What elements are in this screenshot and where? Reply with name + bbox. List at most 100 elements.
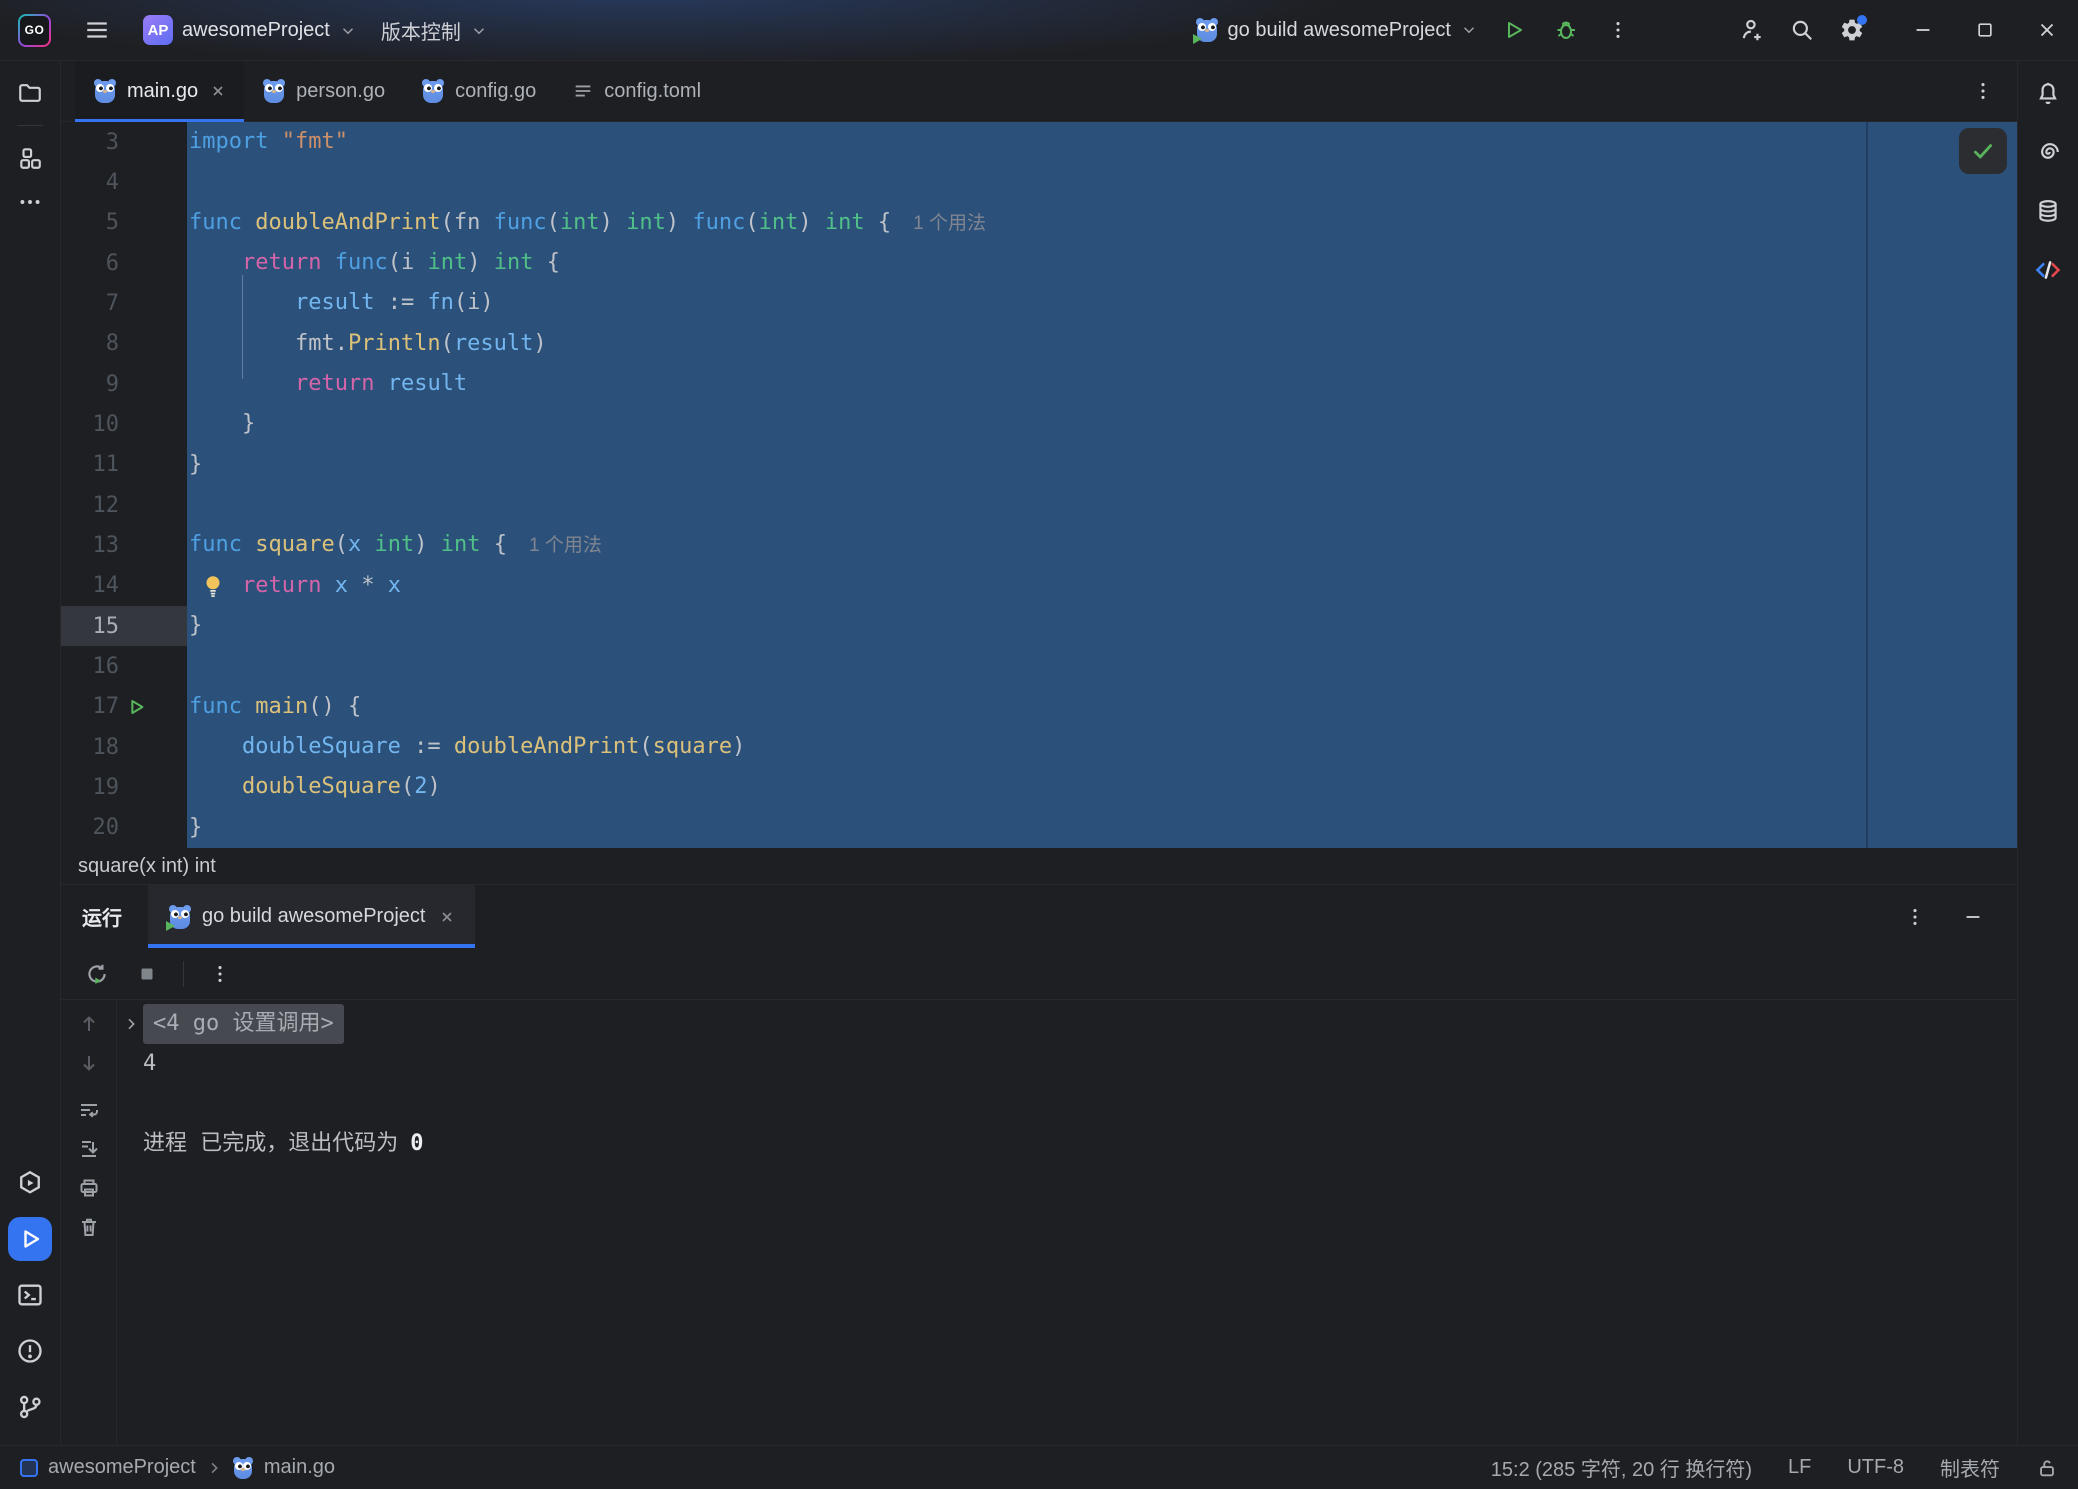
gopher-icon [93, 79, 117, 103]
structure-tool-button[interactable] [8, 136, 52, 180]
hide-tool-window-button[interactable] [1951, 897, 1995, 937]
module-icon [20, 1459, 38, 1477]
endpoints-tool-button[interactable] [2026, 248, 2070, 292]
code-with-me-button[interactable] [1730, 10, 1774, 50]
tab-person.go[interactable]: person.go [244, 61, 403, 121]
code-line-16[interactable] [189, 646, 2017, 686]
scroll-to-end-button[interactable] [69, 1129, 109, 1168]
project-widget[interactable]: AP awesomeProject [143, 15, 357, 45]
code-line-19[interactable]: doubleSquare(2) [189, 767, 2017, 807]
code-line-12[interactable] [189, 485, 2017, 525]
stop-button[interactable] [127, 954, 167, 993]
code-line-10[interactable]: } [189, 404, 2017, 444]
close-icon[interactable] [439, 909, 455, 925]
console-folded-region[interactable]: <4 go 设置调用> [143, 1004, 344, 1044]
file-encoding[interactable]: UTF-8 [1847, 1456, 1904, 1479]
usage-inlay-hint[interactable]: 1 个用法 [913, 213, 986, 234]
code-line-4[interactable] [189, 162, 2017, 202]
arrow-down-icon [77, 1051, 101, 1075]
tab-label: main.go [127, 80, 198, 103]
breadcrumb-project[interactable]: awesomeProject [48, 1456, 196, 1479]
minimize-button[interactable] [1892, 0, 1954, 60]
run-tab[interactable]: go build awesomeProject [148, 885, 475, 948]
title-bar: GO AP awesomeProject 版本控制 go build aweso… [0, 0, 2078, 61]
line-ending[interactable]: LF [1788, 1456, 1811, 1479]
gutter-line-3: 3 [61, 122, 187, 162]
code-line-6[interactable]: return func(i int) int { [189, 243, 2017, 283]
scroll-up-button[interactable] [69, 1004, 109, 1043]
print-button[interactable] [69, 1168, 109, 1207]
lock-button[interactable] [2036, 1457, 2058, 1479]
more-actions-button[interactable] [1596, 10, 1640, 50]
debug-button[interactable] [1544, 10, 1588, 50]
kebab-icon [1607, 19, 1629, 41]
run-line-icon[interactable] [125, 696, 147, 718]
run-config-selector[interactable]: go build awesomeProject [1195, 18, 1478, 42]
terminal-tool-button[interactable] [8, 1273, 52, 1317]
services-tool-button[interactable] [8, 1161, 52, 1205]
gutter-line-4: 4 [61, 162, 187, 202]
breadcrumb-file[interactable]: main.go [264, 1456, 335, 1479]
code-line-9[interactable]: return result [189, 364, 2017, 404]
indent-style[interactable]: 制表符 [1940, 1453, 2000, 1482]
git-tool-button[interactable] [8, 1385, 52, 1429]
trash-icon [77, 1215, 101, 1239]
editor-code-area[interactable]: import "fmt" func doubleAndPrint(fn func(… [187, 122, 2017, 848]
ide-window: GO AP awesomeProject 版本控制 go build aweso… [0, 0, 2078, 1489]
tab-options-button[interactable] [1961, 71, 2005, 111]
code-line-14[interactable]: return x * x [189, 566, 2017, 606]
line-number: 19 [61, 775, 119, 800]
code-line-3[interactable]: import "fmt" [189, 122, 2017, 162]
settings-button[interactable] [1830, 10, 1874, 50]
chevron-right-icon[interactable] [123, 1013, 139, 1035]
soft-wrap-button[interactable] [69, 1090, 109, 1129]
code-line-13[interactable]: func square(x int) int {1 个用法 [189, 525, 2017, 565]
more-tool-windows-button[interactable] [8, 180, 52, 224]
code-line-15[interactable]: } [189, 606, 2017, 646]
database-tool-button[interactable] [2026, 189, 2070, 233]
usage-inlay-hint[interactable]: 1 个用法 [529, 535, 602, 556]
run-config-name: go build awesomeProject [1228, 19, 1451, 42]
line-number: 16 [61, 654, 119, 679]
console-more-button[interactable] [200, 954, 240, 993]
code-line-11[interactable]: } [189, 445, 2017, 485]
tab-config.go[interactable]: config.go [403, 61, 554, 121]
code-line-7[interactable]: result := fn(i) [189, 283, 2017, 323]
notifications-tool-button[interactable] [2026, 71, 2070, 115]
hamburger-icon [84, 17, 110, 43]
close-icon[interactable] [210, 83, 226, 99]
line-number: 6 [61, 251, 119, 276]
search-everywhere-button[interactable] [1780, 10, 1824, 50]
code-line-8[interactable]: fmt.Println(result) [189, 324, 2017, 364]
caret-position[interactable]: 15:2 (285 字符, 20 行 换行符) [1491, 1453, 1752, 1482]
stripe-divider [17, 125, 43, 126]
problems-tool-button[interactable] [8, 1329, 52, 1373]
clear-console-button[interactable] [69, 1207, 109, 1246]
code-editor[interactable]: 34567891011121314151617181920 import "fm… [61, 122, 2017, 848]
status-bar: awesomeProject main.go 15:2 (285 字符, 20 … [0, 1445, 2078, 1489]
run-panel-more-button[interactable] [1893, 897, 1937, 937]
close-button[interactable] [2016, 0, 2078, 60]
kebab-icon [1904, 906, 1926, 928]
ai-assistant-tool-button[interactable] [2026, 130, 2070, 174]
main-menu-button[interactable] [75, 10, 119, 50]
intention-bulb-icon[interactable] [200, 573, 226, 599]
vcs-widget[interactable]: 版本控制 [381, 16, 488, 45]
code-line-5[interactable]: func doubleAndPrint(fn func(int) int) fu… [189, 203, 2017, 243]
run-tool-button[interactable] [8, 1217, 52, 1261]
code-line-17[interactable]: func main() { [189, 687, 2017, 727]
code-line-18[interactable]: doubleSquare := doubleAndPrint(square) [189, 727, 2017, 767]
close-icon [2036, 19, 2058, 41]
maximize-button[interactable] [1954, 0, 2016, 60]
add-user-icon [1739, 17, 1765, 43]
console-output[interactable]: <4 go 设置调用> 4 进程 已完成，退出代码为0 [117, 1000, 2017, 1445]
tab-config.toml[interactable]: config.toml [554, 61, 719, 121]
rerun-button[interactable] [77, 954, 117, 993]
code-line-20[interactable]: } [189, 808, 2017, 848]
scroll-down-button[interactable] [69, 1043, 109, 1082]
gutter-line-14: 14 [61, 566, 187, 606]
tab-label: config.go [455, 80, 536, 103]
run-button[interactable] [1492, 10, 1536, 50]
tab-main.go[interactable]: main.go [75, 61, 244, 121]
project-tool-button[interactable] [8, 71, 52, 115]
